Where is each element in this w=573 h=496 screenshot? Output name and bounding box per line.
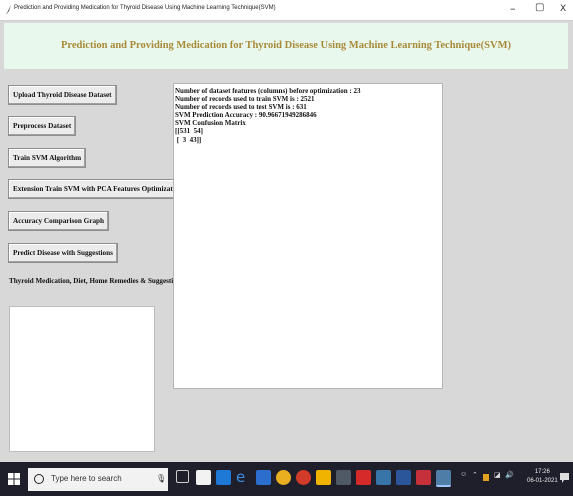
maximize-button[interactable]: ▢ xyxy=(535,2,544,13)
windows-taskbar: Type here to search 🎙 e ☺ ⌃ ◪ 🔊 17:26 06… xyxy=(0,462,573,496)
pdf-icon[interactable] xyxy=(356,470,371,485)
app-header: Prediction and Providing Medication for … xyxy=(4,23,568,69)
tool-icon[interactable] xyxy=(416,470,431,485)
notification-center-icon[interactable] xyxy=(560,473,569,483)
tray-chevron-icon[interactable]: ⌃ xyxy=(472,471,478,479)
window-title: Prediction and Providing Medication for … xyxy=(14,5,276,11)
taskbar-clock[interactable]: 17:26 06-01-2021 xyxy=(527,468,558,486)
task-view-icon[interactable] xyxy=(176,470,189,483)
taskbar-search-box[interactable]: Type here to search 🎙 xyxy=(28,468,168,491)
people-icon[interactable]: ☺ xyxy=(460,471,467,478)
python-icon[interactable] xyxy=(376,470,391,485)
output-line: [ 3 43]] xyxy=(175,135,202,144)
mail-icon[interactable] xyxy=(216,470,231,485)
edge-icon[interactable]: e xyxy=(236,470,251,485)
thyroid-medication-button[interactable]: Thyroid Medication, Diet, Home Remedies … xyxy=(9,277,181,285)
network-icon[interactable]: ◪ xyxy=(494,471,501,479)
app-icon[interactable] xyxy=(296,470,311,485)
tk-app-icon[interactable] xyxy=(436,470,451,487)
output-line: Number of records used to test SVM is : … xyxy=(175,103,307,112)
file-explorer-icon[interactable] xyxy=(316,470,331,485)
notes-icon[interactable] xyxy=(336,470,351,485)
search-placeholder: Type here to search xyxy=(51,474,122,483)
media-icon[interactable] xyxy=(256,470,271,485)
microphone-icon[interactable]: 🎙 xyxy=(156,474,166,483)
word-icon[interactable] xyxy=(396,470,411,485)
chrome-icon[interactable] xyxy=(276,470,291,485)
output-text-area[interactable]: Number of dataset features (columns) bef… xyxy=(173,83,443,389)
clock-date: 06-01-2021 xyxy=(527,478,558,484)
output-line: Number of records used to train SVM is :… xyxy=(175,95,315,104)
preprocess-dataset-button[interactable]: Preprocess Dataset xyxy=(8,116,77,136)
upload-dataset-button[interactable]: Upload Thyroid Disease Dataset xyxy=(8,85,117,105)
predict-disease-button[interactable]: Predict Disease with Suggestions xyxy=(8,243,118,263)
output-line: Number of dataset features (columns) bef… xyxy=(175,87,361,95)
output-line: SVM Confusion Matrix xyxy=(175,119,246,128)
close-button[interactable]: X xyxy=(560,4,566,14)
page-title: Prediction and Providing Medication for … xyxy=(61,40,511,51)
output-line: [[531 54] xyxy=(175,127,203,136)
train-svm-button[interactable]: Train SVM Algorithm xyxy=(8,148,87,168)
window-titlebar: Prediction and Providing Medication for … xyxy=(0,0,573,21)
windows-start-icon[interactable] xyxy=(8,473,20,485)
feather-icon xyxy=(6,5,11,15)
volume-icon[interactable]: 🔊 xyxy=(505,471,514,479)
search-icon xyxy=(34,474,44,484)
accuracy-comparison-graph-button[interactable]: Accuracy Comparison Graph xyxy=(8,211,110,231)
extension-train-svm-pca-button[interactable]: Extension Train SVM with PCA Features Op… xyxy=(8,179,188,199)
minimize-button[interactable]: – xyxy=(510,2,516,15)
output-line: SVM Prediction Accuracy : 90.96671949286… xyxy=(175,111,317,120)
clock-time: 17:26 xyxy=(534,469,550,475)
notification-app-icon[interactable] xyxy=(483,474,489,481)
suggestion-text-area[interactable] xyxy=(9,306,155,452)
store-icon[interactable] xyxy=(196,470,211,485)
